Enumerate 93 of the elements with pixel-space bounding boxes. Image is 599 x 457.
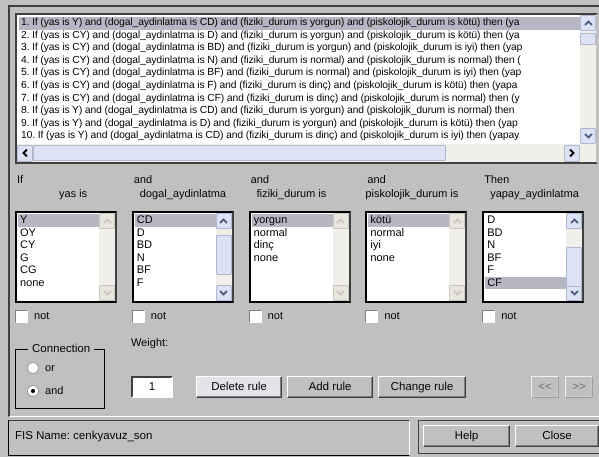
rule-item[interactable]: 6. If (yas is CY) and (dogal_aydinlatma is F) and (fiziki_durum is dinç) and (piskolojik_durum is kötü) then (yapa <box>19 80 580 93</box>
connector-label: and <box>366 174 387 187</box>
not-checkbox[interactable] <box>132 310 145 322</box>
list-option[interactable]: D <box>485 214 566 226</box>
connector-label: and <box>132 174 154 187</box>
scroll-up-button[interactable] <box>580 15 596 31</box>
list-option[interactable]: yorgun <box>252 214 333 226</box>
variable-label: fiziki_durum is <box>256 187 326 202</box>
list-option[interactable]: CY <box>18 239 99 252</box>
dialog-button[interactable]: Close <box>515 425 599 447</box>
status-text: FIS Name: cenkyavuz_son <box>8 420 410 456</box>
rule-item[interactable]: 3. If (yas is CY) and (dogal_aydinlatma is BD) and (fiziki_durum is yorgun) and (piskolojik_durum is iyi) then (yap <box>19 42 580 55</box>
list-option[interactable]: OY <box>18 226 99 239</box>
group-title: Connection <box>31 343 92 355</box>
not-checkbox[interactable] <box>15 310 28 322</box>
membership-listbox[interactable]: kötü normal iyi none <box>365 211 468 303</box>
scrollbar[interactable] <box>566 213 582 301</box>
list-option[interactable]: none <box>252 252 333 264</box>
rule-action-button[interactable]: Change rule <box>378 376 466 398</box>
connector-label: If <box>16 174 24 187</box>
variable-label: piskolojik_durum is <box>365 187 458 202</box>
dialog-button[interactable]: Help <box>423 425 510 447</box>
radio-button[interactable] <box>27 385 39 397</box>
not-checkbox[interactable] <box>482 310 496 322</box>
rule-item[interactable]: 10. If (yas is Y) and (dogal_aydinlatma is CD) and (fiziki_durum is dinç) and (piskolojik_durum is iyi) then (yapay <box>19 130 580 143</box>
variable-label: yapay_aydinlatma <box>489 187 579 202</box>
list-option[interactable]: BF <box>485 252 566 264</box>
list-option[interactable]: F <box>134 276 216 289</box>
list-option[interactable]: CG <box>18 264 99 276</box>
scroll-down-button[interactable] <box>216 285 232 301</box>
scroll-up-button[interactable] <box>449 213 466 229</box>
not-label: not <box>501 310 516 322</box>
radio-button[interactable] <box>27 362 39 374</box>
scroll-right-button[interactable] <box>564 144 580 162</box>
membership-listbox[interactable]: CD D BD N BF F <box>132 211 234 303</box>
rule-item[interactable]: 2. If (yas is CY) and (dogal_aydinlatma is D) and (fiziki_durum is yorgun) and (piskolojik_durum is kötü) then (ya <box>19 30 580 42</box>
list-option[interactable]: BD <box>485 226 566 239</box>
membership-listbox[interactable]: yorgun normal dinç none <box>248 211 351 303</box>
not-label: not <box>268 310 283 322</box>
scroll-thumb[interactable] <box>566 247 582 287</box>
not-checkbox[interactable] <box>248 310 262 322</box>
not-checkbox[interactable] <box>365 310 378 322</box>
list-option[interactable]: BF <box>134 264 216 276</box>
scrollbar[interactable] <box>216 213 232 301</box>
not-label: not <box>34 310 50 322</box>
membership-listbox[interactable]: Y OY CY G CG none <box>15 211 117 303</box>
list-option[interactable]: CD <box>134 214 216 226</box>
scroll-up-button[interactable] <box>566 213 582 229</box>
rule-item[interactable]: 5. If (yas is CY) and (dogal_aydinlatma is BF) and (fiziki_durum is normal) and (piskolojik_durum is iyi) then (yap <box>19 67 580 80</box>
list-option[interactable]: normal <box>252 226 333 239</box>
list-option[interactable]: D <box>134 226 216 239</box>
rule-item[interactable]: 1. If (yas is Y) and (dogal_aydinlatma is CD) and (fiziki_durum is yorgun) and (piskolojik_durum is kötü) then (ya <box>19 17 580 30</box>
list-option[interactable]: N <box>485 239 566 252</box>
vertical-scrollbar[interactable] <box>580 15 596 144</box>
list-option[interactable]: dinç <box>252 239 333 252</box>
scroll-down-button[interactable] <box>449 285 466 301</box>
list-option[interactable]: Y <box>18 214 99 226</box>
rule-item[interactable]: 8. If (yas is Y) and (dogal_aydinlatma is CD) and (fiziki_durum is yorgun) and (piskolojik_durum is normal) then <box>19 105 580 118</box>
scroll-up-button[interactable] <box>216 213 232 229</box>
list-option[interactable]: BD <box>134 239 216 252</box>
rule-action-button[interactable]: Add rule <box>287 376 373 398</box>
list-option[interactable]: kötü <box>368 214 450 226</box>
list-option[interactable]: none <box>18 276 99 289</box>
list-option[interactable]: iyi <box>368 239 450 252</box>
list-option[interactable]: CF <box>485 276 566 289</box>
horizontal-scrollbar[interactable] <box>17 144 596 162</box>
variable-label: yas is <box>58 187 88 202</box>
radio-label: or <box>45 362 55 374</box>
scroll-left-button[interactable] <box>17 144 33 162</box>
weight-label: Weight: <box>131 337 170 349</box>
connector-label: and <box>250 174 270 187</box>
membership-listbox[interactable]: D BD N BF F CF <box>482 211 584 303</box>
rule-item[interactable]: 9. If (yas is Y) and (dogal_aydinlatma is D) and (fiziki_durum is yorgun) and (piskolojik_durum is kötü) then (yap <box>19 118 580 130</box>
variable-label: dogal_aydinlatma <box>138 187 226 202</box>
weight-field[interactable]: 1 <box>131 376 173 398</box>
scroll-thumb[interactable] <box>580 33 596 45</box>
rule-item[interactable]: 4. If (yas is CY) and (dogal_aydinlatma is N) and (fiziki_durum is normal) and (piskolojik_durum is normal) then ( <box>19 54 580 68</box>
list-option[interactable]: F <box>485 264 566 276</box>
scroll-thumb[interactable] <box>216 235 232 275</box>
rule-list[interactable] <box>15 13 598 164</box>
scrollbar[interactable] <box>449 213 466 301</box>
list-option[interactable]: normal <box>368 226 450 239</box>
not-label: not <box>150 310 166 322</box>
radio-label: and <box>45 385 64 397</box>
not-label: not <box>384 310 400 322</box>
rule-action-button[interactable]: Delete rule <box>196 376 282 398</box>
list-option[interactable]: none <box>368 252 450 264</box>
rule-item[interactable]: 7. If (yas is CY) and (dogal_aydinlatma is CF) and (fiziki_durum is dinç) and (piskolojik_durum is normal) then (y <box>19 92 580 106</box>
connector-label: Then <box>483 174 510 187</box>
list-option[interactable]: G <box>18 252 99 264</box>
scroll-down-button[interactable] <box>580 128 596 144</box>
list-option[interactable]: N <box>134 252 216 264</box>
scroll-thumb[interactable] <box>33 145 446 161</box>
